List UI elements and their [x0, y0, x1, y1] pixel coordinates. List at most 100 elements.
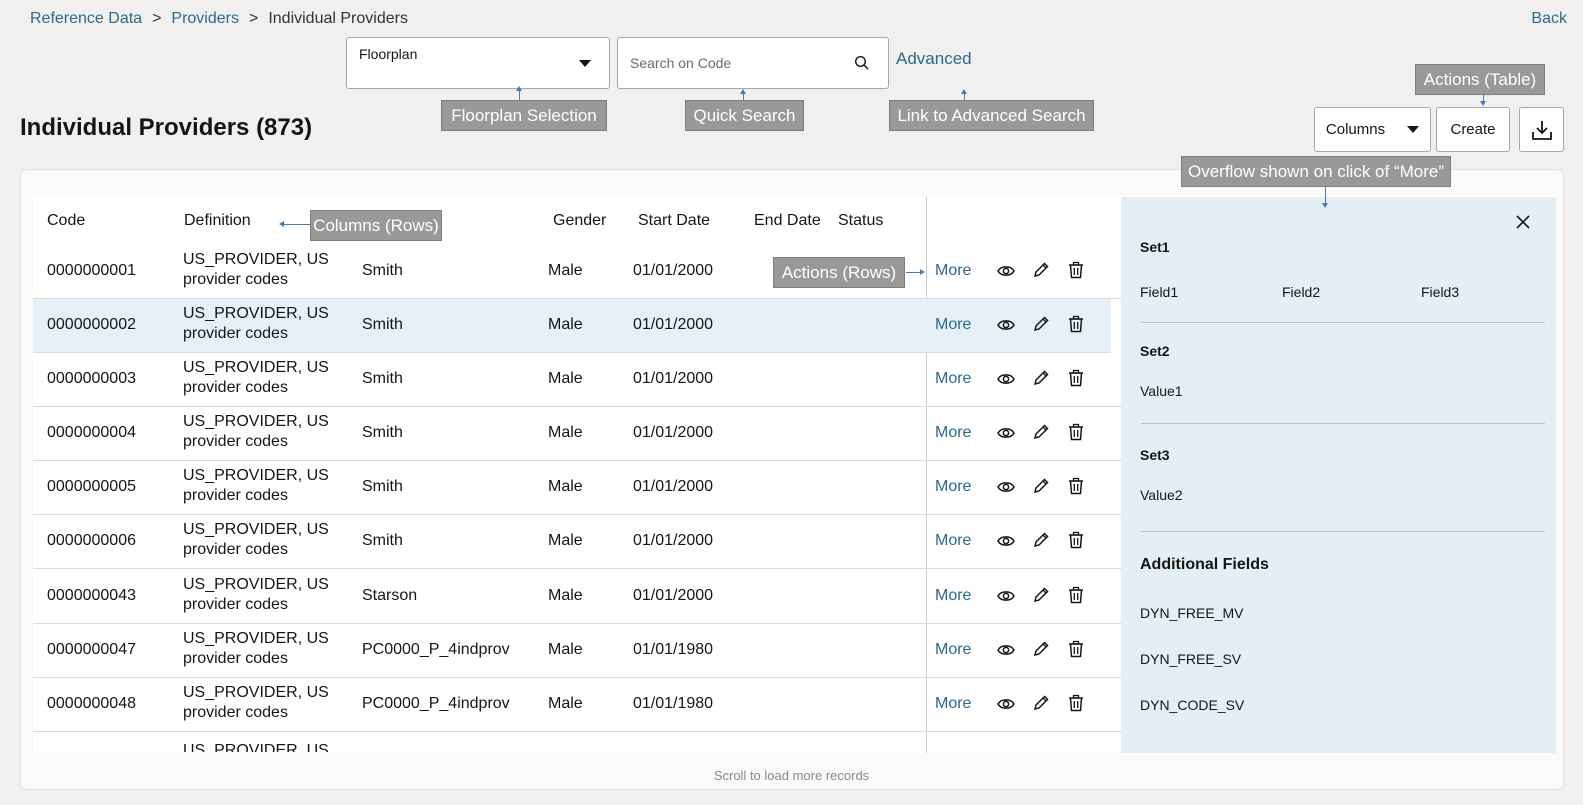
annotation-columns-rows: Columns (Rows): [310, 210, 442, 241]
field3: Field3: [1421, 284, 1460, 300]
table-row[interactable]: 0000000048 US_PROVIDER, US provider codes P…: [33, 678, 1121, 732]
cell-definition: US_PROVIDER, US provider codes: [183, 304, 343, 344]
cell-name: Smith: [362, 316, 403, 333]
view-icon[interactable]: [997, 697, 1015, 716]
header-status[interactable]: Status: [838, 212, 883, 230]
table-row[interactable]: 0000000003 US_PROVIDER, US provider codes S…: [33, 353, 1121, 407]
cell-definition: US_PROVIDER, US provider codes: [183, 412, 343, 452]
delete-icon[interactable]: [1067, 586, 1085, 609]
view-icon[interactable]: [997, 264, 1015, 283]
more-link[interactable]: More: [935, 532, 971, 550]
header-code[interactable]: Code: [47, 212, 85, 230]
more-link[interactable]: More: [935, 695, 971, 713]
delete-icon[interactable]: [1067, 369, 1085, 392]
header-end-date[interactable]: End Date: [754, 212, 821, 230]
view-icon[interactable]: [997, 589, 1015, 608]
cell-code: 0000000001: [47, 262, 136, 279]
breadcrumb-reference-data[interactable]: Reference Data: [30, 10, 142, 28]
annotation-quick-search: Quick Search: [685, 100, 804, 131]
edit-icon[interactable]: [1032, 261, 1050, 284]
quick-search: [617, 37, 889, 89]
header-definition[interactable]: Definition: [184, 212, 251, 230]
cell-definition-line2: provider codes: [183, 541, 288, 558]
download-button[interactable]: [1519, 107, 1564, 152]
table-row[interactable]: 0000000004 US_PROVIDER, US provider codes S…: [33, 407, 1121, 461]
field1: Field1: [1140, 284, 1179, 300]
delete-icon[interactable]: [1067, 694, 1085, 717]
delete-icon[interactable]: [1067, 640, 1085, 663]
delete-icon[interactable]: [1067, 531, 1085, 554]
table-row[interactable]: 0000000006 US_PROVIDER, US provider codes S…: [33, 515, 1121, 569]
edit-icon[interactable]: [1032, 640, 1050, 663]
back-link[interactable]: Back: [1531, 10, 1567, 28]
columns-button[interactable]: Columns: [1314, 107, 1431, 152]
close-icon[interactable]: [1516, 215, 1530, 229]
breadcrumb-providers[interactable]: Providers: [171, 10, 239, 28]
advanced-search-link[interactable]: Advanced: [896, 49, 972, 69]
cell-code: 0000000003: [47, 370, 136, 387]
edit-icon[interactable]: [1032, 423, 1050, 446]
scroll-hint: Scroll to load more records: [713, 768, 870, 783]
more-link[interactable]: More: [935, 316, 971, 334]
header-start-date[interactable]: Start Date: [638, 212, 710, 230]
edit-icon[interactable]: [1032, 369, 1050, 392]
field2: Field2: [1282, 284, 1321, 300]
table-row[interactable]: 0000000047 US_PROVIDER, US provider codes P…: [33, 624, 1121, 678]
search-icon[interactable]: [854, 55, 870, 71]
view-icon[interactable]: [997, 643, 1015, 662]
cell-name: PC0000_P_4indprov: [362, 641, 510, 658]
more-link[interactable]: More: [935, 424, 971, 442]
view-icon[interactable]: [997, 534, 1015, 553]
caret-down-icon: [579, 60, 591, 67]
edit-icon[interactable]: [1032, 586, 1050, 609]
set1-heading: Set1: [1140, 239, 1170, 255]
create-button[interactable]: Create: [1436, 107, 1510, 152]
cell-gender: Male: [548, 262, 583, 279]
more-link[interactable]: More: [935, 370, 971, 388]
cell-code: 0000000043: [47, 587, 136, 604]
table-row[interactable]: 0000000002 US_PROVIDER, US provider codes S…: [33, 299, 1111, 353]
dyn-free-mv: DYN_FREE_MV: [1140, 605, 1244, 621]
cell-gender: Male: [548, 587, 583, 604]
table-row[interactable]: 0000000005 US_PROVIDER, US provider codes S…: [33, 461, 1121, 515]
more-link[interactable]: More: [935, 478, 971, 496]
cell-definition: US_PROVIDER, US provider codes: [183, 683, 343, 723]
breadcrumb: Reference Data > Providers > Individual …: [30, 10, 408, 28]
cell-definition-line2: provider codes: [183, 325, 288, 342]
view-icon[interactable]: [997, 372, 1015, 391]
page-title: Individual Providers (873): [20, 114, 313, 141]
more-link[interactable]: More: [935, 587, 971, 605]
view-icon[interactable]: [997, 318, 1015, 337]
more-link[interactable]: More: [935, 262, 971, 280]
annotation-actions-rows: Actions (Rows): [773, 257, 905, 288]
edit-icon[interactable]: [1032, 315, 1050, 338]
delete-icon[interactable]: [1067, 477, 1085, 500]
table-row[interactable]: 0000000043 US_PROVIDER, US provider codes S…: [33, 570, 1121, 624]
edit-icon[interactable]: [1032, 477, 1050, 500]
floorplan-select[interactable]: Floorplan: [346, 37, 610, 89]
delete-icon[interactable]: [1067, 261, 1085, 284]
annotation-arrow: [516, 86, 522, 100]
dyn-code-sv: DYN_CODE_SV: [1140, 697, 1245, 713]
search-input[interactable]: [630, 52, 840, 74]
more-link[interactable]: More: [935, 641, 971, 659]
view-icon[interactable]: [997, 426, 1015, 445]
table-row[interactable]: 0000000001 US_PROVIDER, US provider codes S…: [33, 245, 1121, 299]
edit-icon[interactable]: [1032, 694, 1050, 717]
cell-definition: US_PROVIDER, US provider codes: [183, 629, 343, 669]
cell-start-date: 01/01/1980: [633, 641, 714, 658]
view-icon[interactable]: [997, 480, 1015, 499]
header-gender[interactable]: Gender: [553, 212, 606, 230]
cell-start-date: 01/01/2000: [633, 587, 714, 604]
cell-definition-line1: US_PROVIDER, US: [183, 413, 329, 430]
delete-icon[interactable]: [1067, 315, 1085, 338]
overflow-panel: Set1 Field1 Field2 Field3 Set2 Value1 Se…: [1121, 197, 1556, 753]
cell-definition: US_PROVIDER, US provider codes: [183, 520, 343, 560]
divider: [1141, 423, 1545, 424]
floorplan-value: Floorplan: [359, 46, 418, 62]
cell-name: Smith: [362, 478, 403, 495]
delete-icon[interactable]: [1067, 423, 1085, 446]
edit-icon[interactable]: [1032, 531, 1050, 554]
cell-definition-line1: US_PROVIDER, US: [183, 576, 329, 593]
cell-gender: Male: [548, 316, 583, 333]
